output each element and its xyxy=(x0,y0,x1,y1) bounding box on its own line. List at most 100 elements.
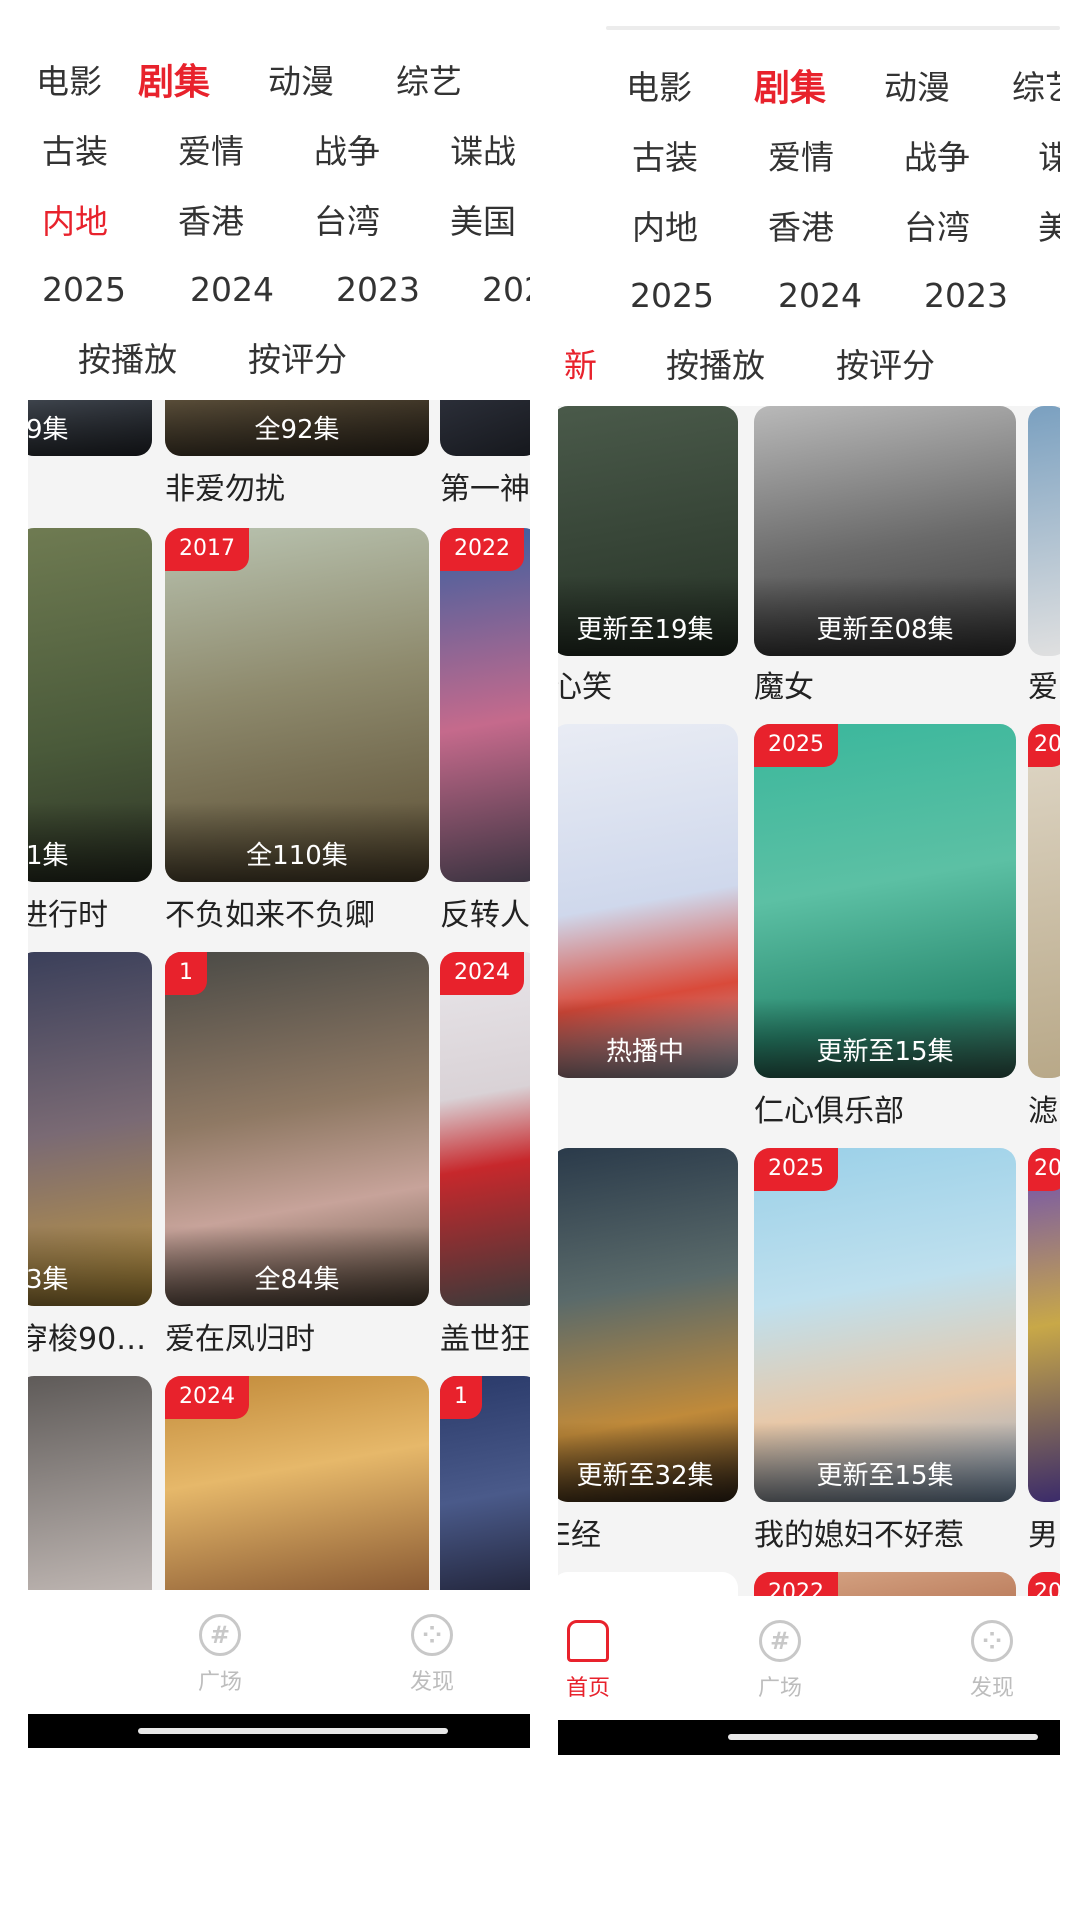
genre-costume[interactable]: 古装 xyxy=(632,131,698,179)
drama-poster[interactable]: 20 xyxy=(1028,1148,1060,1502)
drama-title: 心笑 xyxy=(558,670,612,705)
year-2024[interactable]: 2024 xyxy=(190,270,274,309)
drama-poster[interactable]: 3集 xyxy=(28,952,152,1306)
drama-title: 爱在凤归时 xyxy=(165,1322,315,1357)
drama-poster[interactable]: 2025 更新至15集 xyxy=(754,1148,1016,1502)
sort-by-newest[interactable]: 新 xyxy=(564,339,597,387)
genre-row: 古装 爱情 战争 谍战 xyxy=(28,126,530,172)
episode-count: 更新至15集 xyxy=(816,1461,954,1491)
drama-poster[interactable]: 2024 xyxy=(165,1376,429,1590)
category-series[interactable]: 剧集 xyxy=(138,53,210,105)
genre-row: 古装 爱情 战争 谍 xyxy=(558,132,1060,178)
category-anime[interactable]: 动漫 xyxy=(884,61,950,109)
drama-poster[interactable]: 20 xyxy=(1028,1572,1060,1596)
category-movie[interactable]: 电影 xyxy=(626,61,692,109)
drama-title: 非爱勿扰 xyxy=(165,472,285,507)
year-badge: 20 xyxy=(1028,724,1060,767)
tab-label: 发现 xyxy=(969,1676,1014,1701)
year-2024[interactable]: 2024 xyxy=(778,276,862,315)
drama-title: 仁心俱乐部 xyxy=(754,1094,904,1129)
region-hongkong[interactable]: 香港 xyxy=(178,195,244,243)
genre-war[interactable]: 战争 xyxy=(904,131,970,179)
drama-poster[interactable] xyxy=(1028,406,1060,656)
sort-by-plays[interactable]: 按播放 xyxy=(666,339,765,387)
genre-romance[interactable]: 爱情 xyxy=(178,125,244,173)
episode-count: 更新至32集 xyxy=(576,1461,714,1491)
drama-poster[interactable]: 2022 xyxy=(440,528,530,882)
drama-poster[interactable]: 9集 xyxy=(28,400,152,456)
episode-count: 更新至19集 xyxy=(576,615,714,645)
year-2025[interactable]: 2025 xyxy=(42,270,126,309)
sort-by-rating[interactable]: 按评分 xyxy=(248,333,347,381)
drama-title: 第一神 xyxy=(440,472,530,507)
tab-label: 首页 xyxy=(565,1676,610,1701)
drama-title: 不负如来不负卿 xyxy=(165,898,375,933)
drama-poster[interactable]: 更新至32集 xyxy=(558,1148,738,1502)
year-badge: 2024 xyxy=(165,1376,249,1419)
sort-by-plays[interactable]: 按播放 xyxy=(78,333,177,381)
genre-war[interactable]: 战争 xyxy=(314,125,380,173)
category-series[interactable]: 剧集 xyxy=(754,59,826,111)
genre-costume[interactable]: 古装 xyxy=(42,125,108,173)
drama-poster[interactable]: 1 全84集 xyxy=(165,952,429,1306)
tab-square[interactable]: # 广场 xyxy=(710,1620,850,1702)
episode-count: 全92集 xyxy=(254,415,340,445)
category-variety[interactable]: 综艺 xyxy=(1012,61,1060,109)
drama-poster[interactable] xyxy=(28,1376,152,1590)
tab-label: 发现 xyxy=(409,1670,454,1695)
tab-home[interactable]: 首页 xyxy=(558,1620,658,1702)
year-badge: 2017 xyxy=(165,528,249,571)
year-badge: 20 xyxy=(1028,1572,1060,1596)
drama-poster[interactable] xyxy=(558,1572,738,1596)
tab-square[interactable]: # 广场 xyxy=(150,1614,290,1696)
category-anime[interactable]: 动漫 xyxy=(268,55,334,103)
region-taiwan[interactable]: 台湾 xyxy=(904,201,970,249)
year-2025[interactable]: 2025 xyxy=(630,276,714,315)
year-badge: 2022 xyxy=(440,528,524,571)
year-2023[interactable]: 2023 xyxy=(336,270,420,309)
sort-by-rating[interactable]: 按评分 xyxy=(836,339,935,387)
drama-title: 穿梭90… xyxy=(28,1322,147,1357)
drama-poster[interactable]: 1集 xyxy=(28,528,152,882)
drama-grid: 9集 全92集 非爱勿扰 第一神 1集 进行时 2017 全110集 不负如来不… xyxy=(28,400,530,1590)
region-hongkong[interactable]: 香港 xyxy=(768,201,834,249)
year-badge: 2025 xyxy=(754,724,838,767)
home-indicator[interactable] xyxy=(138,1728,448,1734)
drama-poster[interactable]: 2022 xyxy=(754,1572,1016,1596)
episode-count: 全84集 xyxy=(254,1265,340,1295)
tab-discover[interactable]: ⁘ 发现 xyxy=(922,1620,1060,1702)
drama-poster[interactable]: 2017 全110集 xyxy=(165,528,429,882)
home-indicator[interactable] xyxy=(728,1734,1038,1740)
drama-poster[interactable]: 热播中 xyxy=(558,724,738,1078)
drama-poster[interactable]: 更新至19集 xyxy=(558,406,738,656)
filter-area: 电影 剧集 动漫 综艺 古装 爱情 战争 谍战 内地 香港 台湾 美国 2025… xyxy=(28,0,530,400)
category-row: 电影 剧集 动漫 综艺 xyxy=(558,59,1060,111)
genre-spy[interactable]: 谍战 xyxy=(450,125,516,173)
region-usa[interactable]: 美国 xyxy=(450,195,516,243)
drama-poster[interactable]: 2024 xyxy=(440,952,530,1306)
category-variety[interactable]: 综艺 xyxy=(396,55,462,103)
filter-area: 电影 剧集 动漫 综艺 古装 爱情 战争 谍 内地 香港 台湾 美 2025 2… xyxy=(558,0,1060,406)
region-usa[interactable]: 美 xyxy=(1038,201,1060,249)
hashtag-icon: # xyxy=(759,1620,801,1662)
region-taiwan[interactable]: 台湾 xyxy=(314,195,380,243)
category-movie[interactable]: 电影 xyxy=(36,55,102,103)
drama-poster[interactable]: 更新至08集 xyxy=(754,406,1016,656)
drama-grid: 更新至19集 心笑 更新至08集 魔女 爱 热播中 2025 更新至15集 仁心… xyxy=(558,406,1060,1596)
region-mainland[interactable]: 内地 xyxy=(632,201,698,249)
year-2023[interactable]: 2023 xyxy=(924,276,1008,315)
drama-poster[interactable]: 全92集 xyxy=(165,400,429,456)
drama-poster[interactable]: 20 xyxy=(1028,724,1060,1078)
genre-spy[interactable]: 谍 xyxy=(1038,131,1060,179)
tab-discover[interactable]: ⁘ 发现 xyxy=(362,1614,502,1696)
region-mainland[interactable]: 内地 xyxy=(42,195,108,243)
year-2022[interactable]: 202 xyxy=(482,270,530,309)
drama-title: 滤 xyxy=(1028,1094,1058,1129)
genre-romance[interactable]: 爱情 xyxy=(768,131,834,179)
episode-count: 3集 xyxy=(28,1265,69,1295)
drama-poster[interactable]: 2025 更新至15集 xyxy=(754,724,1016,1078)
left-screenshot: 电影 剧集 动漫 综艺 古装 爱情 战争 谍战 内地 香港 台湾 美国 2025… xyxy=(28,0,530,1748)
drama-poster[interactable]: 1 xyxy=(440,1376,530,1590)
drama-title: 男 xyxy=(1028,1518,1058,1553)
drama-poster[interactable] xyxy=(440,400,530,456)
